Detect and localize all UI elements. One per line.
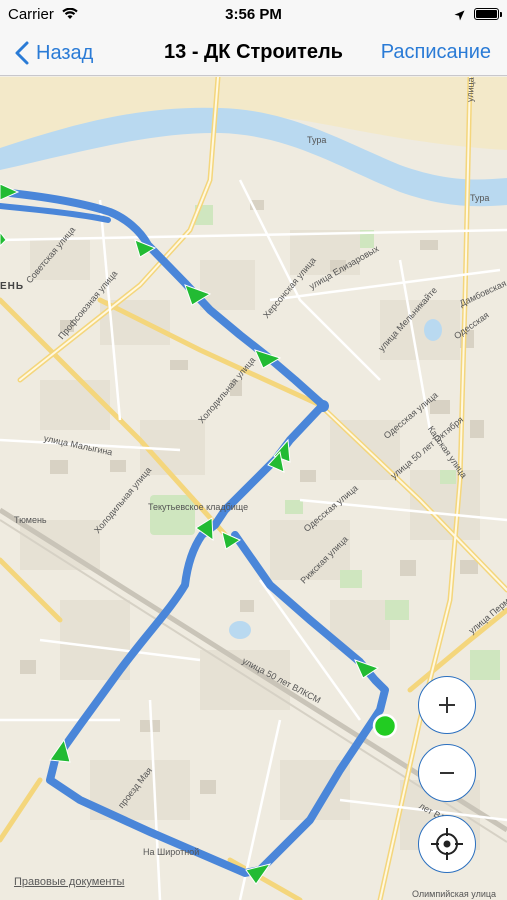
plus-icon (439, 697, 455, 713)
map-label: На Широтной (143, 847, 200, 857)
map-label: Тюмень (14, 515, 47, 525)
zoom-out-button[interactable] (418, 744, 476, 802)
chevron-left-icon (12, 39, 36, 67)
minus-icon (440, 772, 454, 774)
zoom-in-button[interactable] (418, 676, 476, 734)
locate-me-button[interactable] (418, 815, 476, 873)
crosshair-icon (431, 828, 463, 860)
location-arrow-icon (454, 8, 465, 25)
map-label: Текутьевское кладбище (148, 502, 249, 512)
map-label: ЕНЬ (0, 281, 25, 292)
legal-documents-link[interactable]: Правовые документы (14, 876, 124, 888)
map-label: Тура (307, 135, 327, 145)
schedule-button[interactable]: Расписание (381, 41, 491, 64)
back-button[interactable]: Назад (12, 39, 93, 67)
navigation-bar: Назад 13 - ДК Строитель Расписание (0, 30, 507, 76)
back-label: Назад (36, 41, 94, 64)
map-label: Олимпийская улица (412, 889, 497, 899)
status-bar: Carrier 3:56 PM (0, 0, 507, 30)
map-label: Тура (470, 193, 490, 203)
clock: 3:56 PM (225, 6, 282, 23)
vehicle-marker (372, 713, 398, 739)
battery-icon (474, 8, 502, 20)
